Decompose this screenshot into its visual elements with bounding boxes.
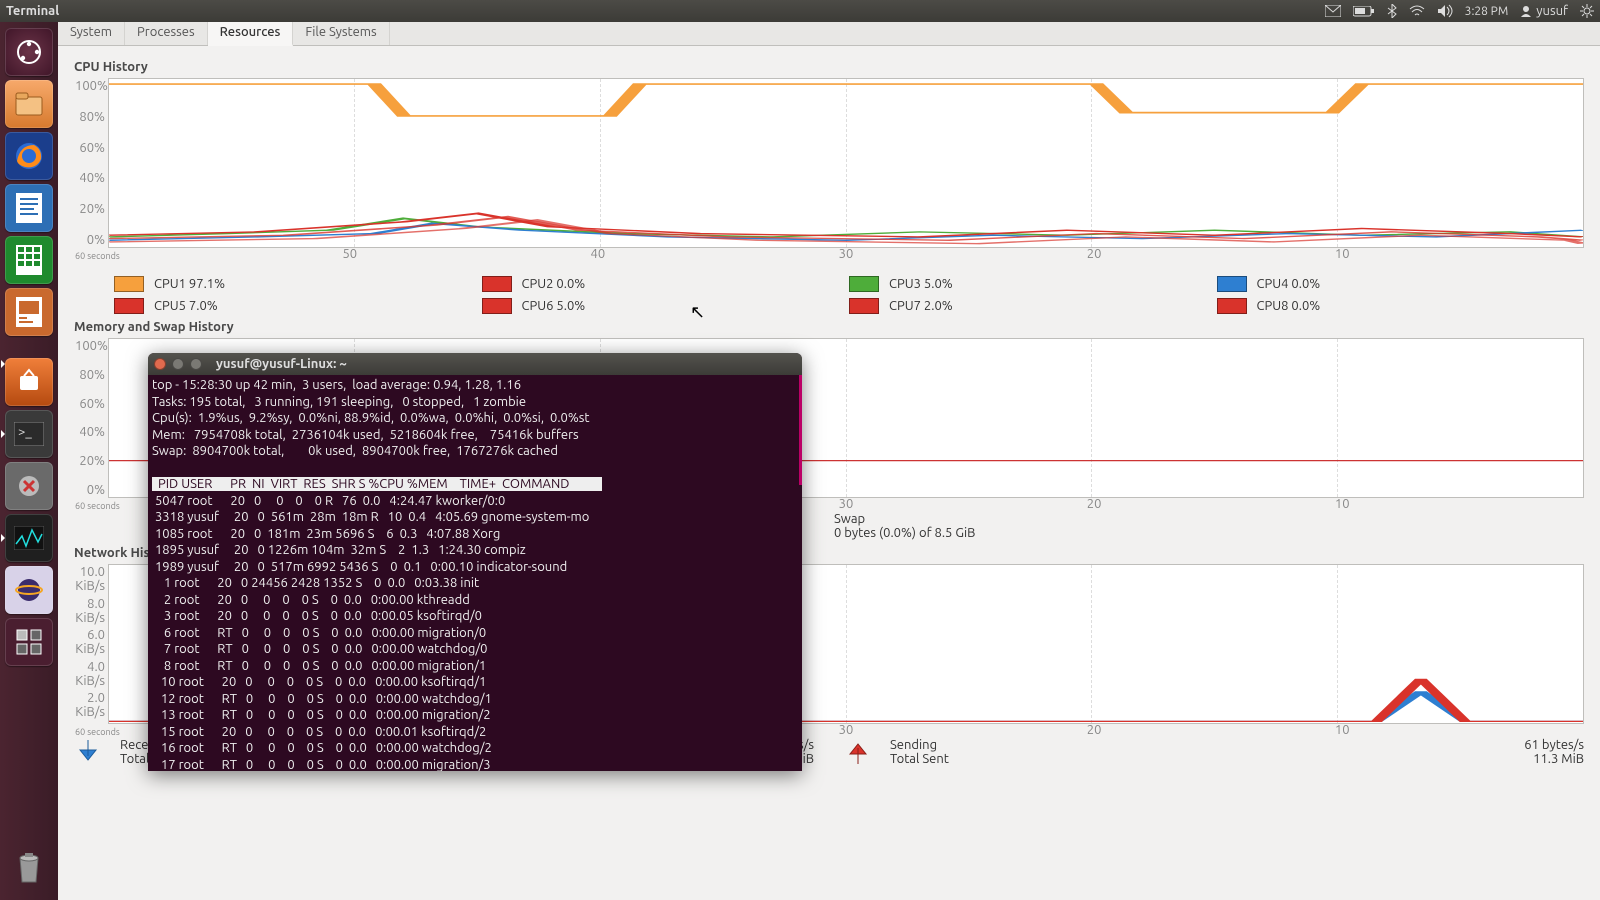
maximize-icon[interactable] xyxy=(190,358,202,370)
net-sending: Sending61 bytes/s Total Sent11.3 MiB xyxy=(844,738,1584,766)
scroll-indicator xyxy=(799,375,802,485)
cpu-legend-item[interactable]: CPU3 5.0% xyxy=(849,276,1217,292)
terminal-titlebar[interactable]: yusuf@yusuf-Linux: ~ xyxy=(148,353,802,375)
workspace-switcher-icon[interactable] xyxy=(5,618,53,666)
close-icon[interactable] xyxy=(154,358,166,370)
writer-icon[interactable] xyxy=(5,184,53,232)
cpu-y-axis: 100%80%60%40%20%0% xyxy=(75,79,105,247)
terminal-output[interactable]: top - 15:28:30 up 42 min, 3 users, load … xyxy=(148,375,802,771)
tab-resources[interactable]: Resources xyxy=(208,22,294,46)
cpu-legend: CPU1 97.1% CPU2 0.0% CPU3 5.0% CPU4 0.0%… xyxy=(114,276,1584,314)
cpu-legend-item[interactable]: CPU2 0.0% xyxy=(482,276,850,292)
minimize-icon[interactable] xyxy=(172,358,184,370)
tab-processes[interactable]: Processes xyxy=(125,22,208,45)
unity-launcher: >_ xyxy=(0,22,58,900)
cpu-chart: 100%80%60%40%20%0% 60 seconds 5040302010 xyxy=(108,78,1584,248)
trash-icon[interactable] xyxy=(5,842,53,890)
cpu-legend-item[interactable]: CPU5 7.0% xyxy=(114,298,482,314)
impress-icon[interactable] xyxy=(5,288,53,336)
svg-text:>_: >_ xyxy=(18,425,32,439)
bluetooth-icon[interactable] xyxy=(1387,4,1397,18)
firefox-icon[interactable] xyxy=(5,132,53,180)
eclipse-icon[interactable] xyxy=(5,566,53,614)
tab-filesystems[interactable]: File Systems xyxy=(293,22,389,45)
cursor-icon: ↖ xyxy=(690,302,705,323)
terminal-title: yusuf@yusuf-Linux: ~ xyxy=(216,357,347,371)
cpu-legend-item[interactable]: CPU4 0.0% xyxy=(1217,276,1585,292)
cpu-history-title: CPU History xyxy=(74,60,1584,74)
dash-icon[interactable] xyxy=(5,28,53,76)
clock[interactable]: 3:28 PM xyxy=(1465,5,1509,18)
cpu-legend-item[interactable]: CPU6 5.0% xyxy=(482,298,850,314)
system-monitor-launcher-icon[interactable] xyxy=(5,514,53,562)
swap-legend[interactable]: Swap 0 bytes (0.0%) of 8.5 GiB xyxy=(834,512,975,540)
active-app-title: Terminal xyxy=(6,4,59,18)
files-icon[interactable] xyxy=(5,80,53,128)
mem-history-title: Memory and Swap History xyxy=(74,320,1584,334)
battery-icon[interactable] xyxy=(1353,6,1375,17)
cpu-legend-item[interactable]: CPU8 0.0% xyxy=(1217,298,1585,314)
download-arrow-icon xyxy=(74,738,102,766)
user-menu[interactable]: yusuf xyxy=(1520,4,1568,18)
software-center-icon[interactable] xyxy=(5,358,53,406)
cpu-x-axis: 5040302010 xyxy=(109,247,1583,261)
settings-icon[interactable] xyxy=(5,462,53,510)
volume-icon[interactable] xyxy=(1437,4,1453,18)
terminal-launcher-icon[interactable]: >_ xyxy=(5,410,53,458)
terminal-window[interactable]: yusuf@yusuf-Linux: ~ top - 15:28:30 up 4… xyxy=(148,353,802,771)
wifi-icon[interactable] xyxy=(1409,5,1425,17)
top-panel: Terminal 3:28 PM yusuf xyxy=(0,0,1600,22)
calc-icon[interactable] xyxy=(5,236,53,284)
upload-arrow-icon xyxy=(844,738,872,766)
launcher-indicator-icon xyxy=(5,340,53,354)
mail-icon[interactable] xyxy=(1325,5,1341,17)
cpu-legend-item[interactable]: CPU7 2.0% xyxy=(849,298,1217,314)
cpu-legend-item[interactable]: CPU1 97.1% xyxy=(114,276,482,292)
tab-bar: System Processes Resources File Systems xyxy=(58,22,1600,46)
gear-icon[interactable] xyxy=(1580,4,1594,18)
tab-system[interactable]: System xyxy=(58,22,125,45)
